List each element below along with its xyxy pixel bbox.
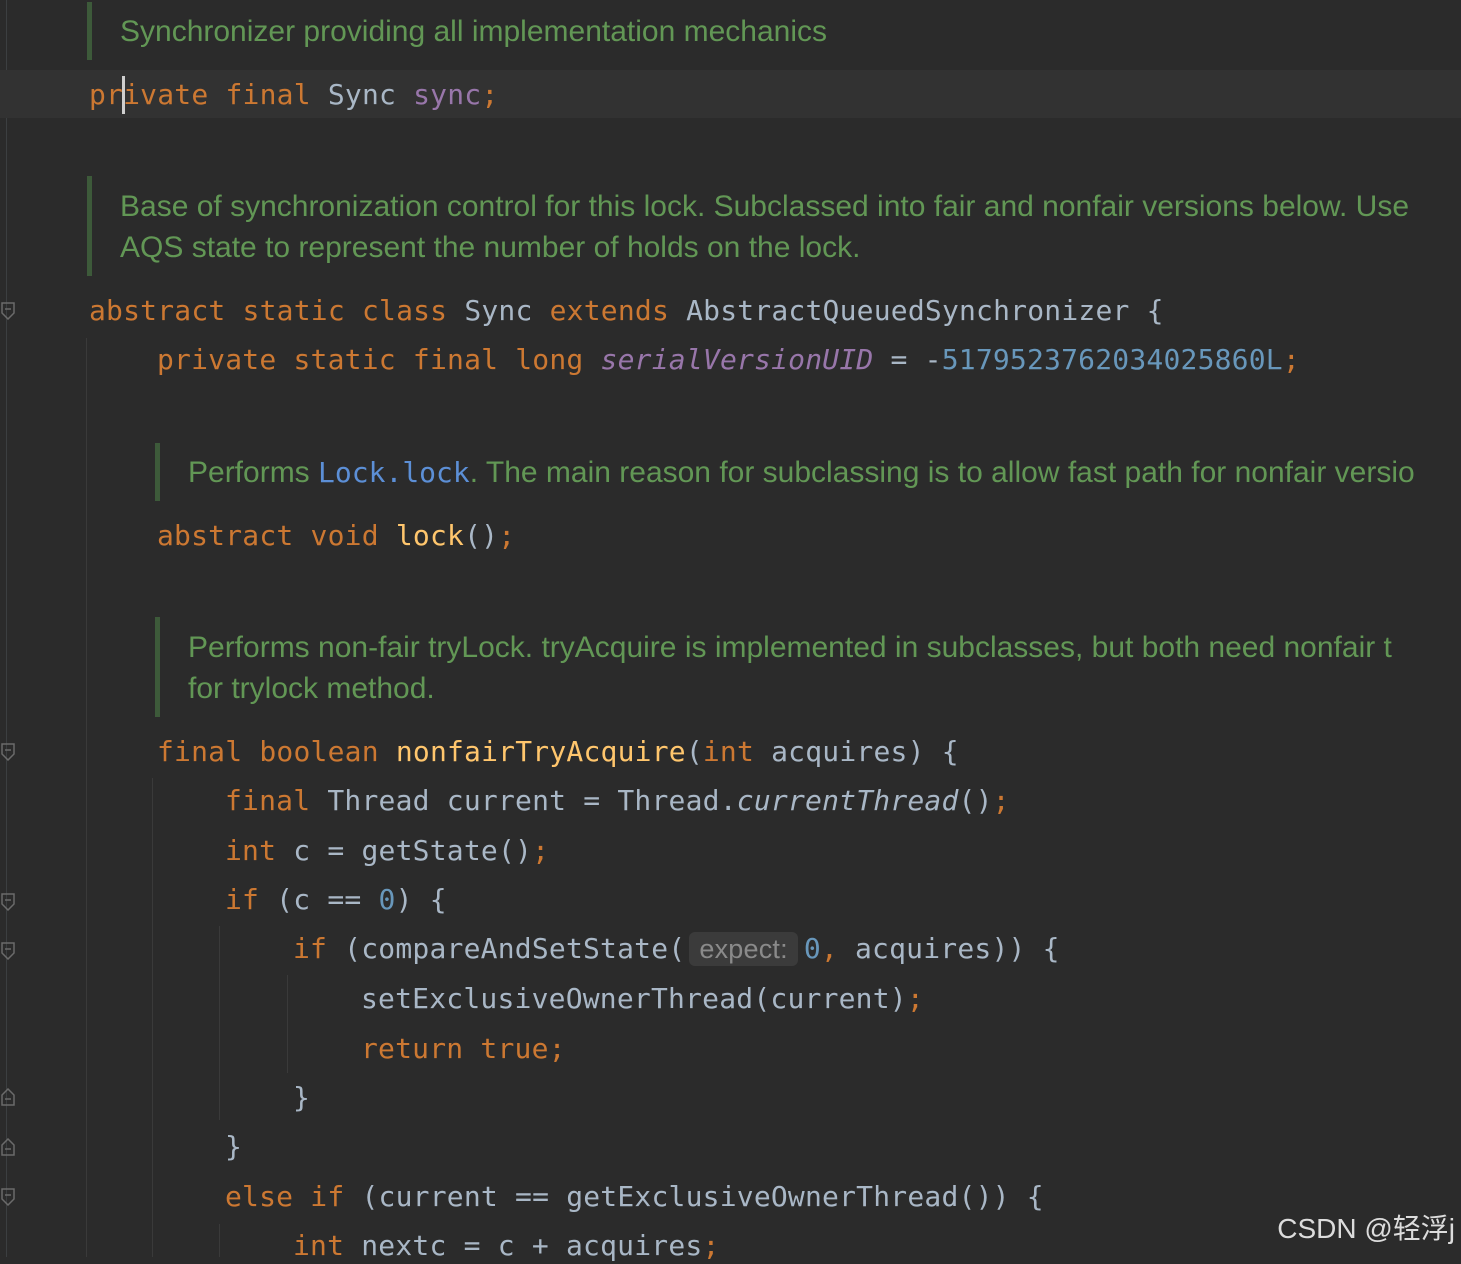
field-name: sync: [413, 78, 482, 111]
indent-guide: [86, 338, 87, 1257]
code-line-if-zero[interactable]: if (c == 0) {: [225, 882, 447, 918]
number-literal: 0: [378, 883, 396, 916]
doc-comment-sync-class-line1: Base of synchronization control for this…: [120, 190, 1410, 223]
keyword: if: [293, 932, 328, 965]
keyword: class: [361, 294, 448, 327]
keyword: else: [225, 1180, 294, 1213]
doc-comment-bar: [155, 617, 160, 717]
variable-name: c: [293, 883, 311, 916]
keyword: final: [412, 343, 499, 376]
keyword: final: [225, 784, 311, 817]
fold-marker-icon[interactable]: [1, 302, 15, 320]
code-line-sync-field[interactable]: private final Sync sync;: [89, 77, 498, 113]
keyword: int: [293, 1229, 345, 1262]
keyword: extends: [549, 294, 670, 327]
method-name: nonfairTryAcquire: [395, 735, 686, 768]
doc-text: Performs: [188, 456, 319, 489]
code-line-current-thread[interactable]: final Thread current = Thread.currentThr…: [225, 783, 1010, 819]
keyword: return: [361, 1032, 464, 1065]
type-name: Thread: [327, 784, 430, 817]
fold-marker-icon[interactable]: [1, 743, 15, 761]
variable-name: current: [446, 784, 567, 817]
doc-text: . The main reason for subclassing is to …: [469, 456, 1415, 489]
fold-marker-icon[interactable]: [1, 893, 15, 911]
method-call: compareAndSetState: [361, 932, 669, 965]
doc-comment-bar: [87, 2, 92, 60]
code-line-serial-version[interactable]: private static final long serialVersionU…: [157, 342, 1300, 378]
code-line-return-true[interactable]: return true;: [361, 1031, 566, 1067]
method-call: getState: [361, 834, 498, 867]
indent-guide: [219, 1224, 220, 1257]
keyword: true: [480, 1032, 549, 1065]
keyword: final: [225, 78, 311, 111]
parameter-name: acquires: [565, 1229, 703, 1262]
fold-end-marker-icon[interactable]: [1, 1138, 15, 1156]
keyword: if: [310, 1180, 345, 1213]
variable-name: c: [497, 1229, 515, 1262]
number-literal: 5179523762034025860L: [941, 343, 1283, 376]
code-line-lock-declaration[interactable]: abstract void lock();: [157, 518, 515, 554]
parameter-name: acquires: [771, 735, 908, 768]
keyword: static: [242, 294, 345, 327]
keyword: long: [515, 343, 584, 376]
keyword: final: [157, 735, 243, 768]
indent-guide: [152, 778, 153, 1257]
keyword: boolean: [259, 735, 379, 768]
code-line-close-brace[interactable]: }: [225, 1129, 242, 1165]
fold-marker-icon[interactable]: [1, 942, 15, 960]
code-line-close-brace[interactable]: }: [293, 1080, 310, 1116]
keyword: int: [225, 834, 277, 867]
code-line-else-if[interactable]: else if (current == getExclusiveOwnerThr…: [225, 1179, 1044, 1215]
method-call: setExclusiveOwnerThread: [361, 982, 754, 1015]
static-method-call: currentThread: [736, 784, 959, 817]
doc-comment-nonfair-line1: Performs non-fair tryLock. tryAcquire is…: [188, 631, 1392, 664]
parameter-hint: expect:: [689, 932, 798, 966]
doc-comment-bar: [155, 443, 160, 501]
static-field-name: serialVersionUID: [600, 343, 874, 376]
class-name: Sync: [464, 294, 533, 327]
text-cursor: [122, 76, 125, 114]
fold-marker-icon[interactable]: [1, 1188, 15, 1206]
keyword: static: [293, 343, 396, 376]
doc-comment-lock: Performs Lock.lock. The main reason for …: [188, 452, 1415, 493]
keyword: if: [225, 883, 260, 916]
keyword: private: [89, 78, 209, 111]
doc-comment-sync-class-line2: AQS state to represent the number of hol…: [120, 231, 861, 264]
doc-comment-bar: [87, 176, 92, 276]
method-call: getExclusiveOwnerThread: [566, 1180, 959, 1213]
variable-name: current: [770, 982, 890, 1015]
code-line-get-state[interactable]: int c = getState();: [225, 833, 549, 869]
watermark: CSDN @轻浮j: [1277, 1213, 1455, 1244]
code-line-method-declaration[interactable]: final boolean nonfairTryAcquire(int acqu…: [157, 734, 959, 770]
gutter-line: [6, 0, 7, 1257]
keyword: abstract: [157, 519, 294, 552]
code-line-class-declaration[interactable]: abstract static class Sync extends Abstr…: [89, 293, 1164, 329]
keyword: private: [157, 343, 277, 376]
variable-name: c: [293, 834, 311, 867]
indent-guide: [287, 975, 288, 1073]
fold-end-marker-icon[interactable]: [1, 1088, 15, 1106]
indent-guide: [219, 926, 220, 1120]
superclass-name: AbstractQueuedSynchronizer: [686, 294, 1130, 327]
keyword: abstract: [89, 294, 226, 327]
parameter-name: acquires: [855, 932, 992, 965]
number-literal: 0: [803, 932, 821, 965]
editor-gutter: [0, 0, 14, 1257]
method-name: lock: [395, 519, 465, 552]
variable-name: nextc: [361, 1229, 447, 1262]
type-name: Sync: [327, 78, 397, 111]
keyword: void: [310, 519, 379, 552]
keyword: int: [702, 735, 755, 768]
variable-name: current: [378, 1180, 498, 1213]
code-line-set-owner[interactable]: setExclusiveOwnerThread(current);: [361, 981, 924, 1017]
code-line-nextc[interactable]: int nextc = c + acquires;: [293, 1228, 720, 1264]
code-line-cas[interactable]: if (compareAndSetState(expect: 0, acquire…: [293, 931, 1060, 967]
doc-comment-nonfair-line2: for trylock method.: [188, 672, 435, 705]
type-name: Thread: [617, 784, 720, 817]
doc-link[interactable]: Lock.lock: [318, 456, 470, 489]
doc-comment-sync-field: Synchronizer providing all implementatio…: [120, 15, 828, 48]
